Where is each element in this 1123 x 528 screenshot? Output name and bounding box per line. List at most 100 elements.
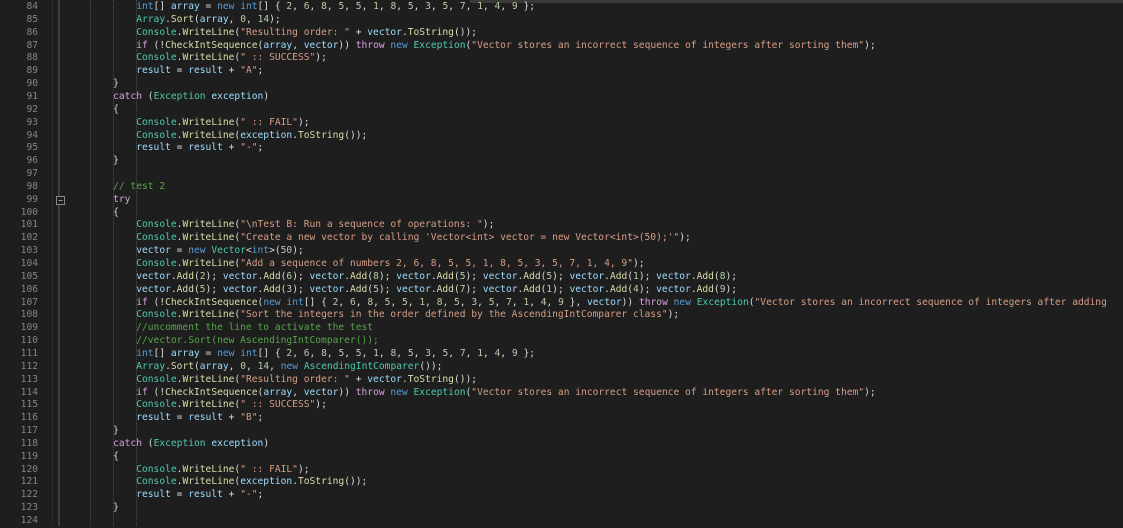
code-text: result = result + "-"; [136, 142, 264, 154]
code-line[interactable]: 105 vector.Add(2); vector.Add(6); vector… [0, 271, 1123, 284]
line-number: 106 [20, 283, 38, 295]
code-text: int[] array = new int[] { 2, 6, 8, 5, 5,… [136, 347, 535, 359]
code-line[interactable]: 85 Array.Sort(array, 0, 14); [0, 14, 1123, 27]
line-number: 120 [20, 463, 38, 475]
code-text: // test 2 [113, 180, 166, 192]
code-line[interactable]: 111 int[] array = new int[] { 2, 6, 8, 5… [0, 348, 1123, 361]
code-text: } [90, 502, 119, 514]
line-number: 97 [26, 168, 38, 180]
code-line[interactable]: 114 if (!CheckIntSequence(array, vector)… [0, 387, 1123, 400]
code-line[interactable]: 102 Console.WriteLine("Create a new vect… [0, 232, 1123, 245]
line-number: 88 [26, 52, 38, 64]
line-number: 87 [26, 39, 38, 51]
code-line[interactable]: 112 Array.Sort(array, 0, 14, new Ascendi… [0, 361, 1123, 374]
line-number: 91 [26, 90, 38, 102]
code-line[interactable]: 93 Console.WriteLine(" :: FAIL"); [0, 117, 1123, 130]
line-number: 89 [26, 65, 38, 77]
code-line[interactable]: 87 if (!CheckIntSequence(array, vector))… [0, 40, 1123, 53]
line-number: 103 [20, 245, 38, 257]
code-line[interactable]: 98 // test 2 [0, 181, 1123, 194]
line-number: 114 [20, 386, 38, 398]
line-number: 117 [20, 425, 38, 437]
line-number: 85 [26, 13, 38, 25]
code-line[interactable]: 107 if (!CheckIntSequence(new int[] { 2,… [0, 297, 1123, 310]
line-number: 86 [26, 26, 38, 38]
line-number: 118 [20, 437, 38, 449]
code-text: result = result + "A"; [136, 65, 264, 77]
code-line[interactable]: 116 result = result + "B"; [0, 412, 1123, 425]
code-text: { [90, 103, 119, 115]
code-line[interactable]: 95 result = result + "-"; [0, 142, 1123, 155]
code-text: Array.Sort(array, 0, 14, new AscendingIn… [136, 360, 443, 372]
code-line[interactable]: 91 catch (Exception exception) [0, 91, 1123, 104]
code-text: Console.WriteLine(exception.ToString()); [136, 129, 368, 141]
code-line[interactable]: 94 Console.WriteLine(exception.ToString(… [0, 130, 1123, 143]
code-text: if (!CheckIntSequence(array, vector)) th… [136, 39, 876, 51]
code-text: { [90, 206, 119, 218]
code-line[interactable]: 104 Console.WriteLine("Add a sequence of… [0, 258, 1123, 271]
code-line[interactable]: 100 { [0, 207, 1123, 220]
line-number: 121 [20, 476, 38, 488]
code-text: try [113, 193, 131, 205]
code-line[interactable]: 123 } [0, 502, 1123, 515]
code-text: Console.WriteLine(" :: SUCCESS"); [136, 399, 327, 411]
code-line[interactable]: 96 } [0, 155, 1123, 168]
code-line[interactable]: 84 int[] array = new int[] { 2, 6, 8, 5,… [0, 1, 1123, 14]
code-text: result = result + "-"; [136, 489, 264, 501]
line-number: 105 [20, 270, 38, 282]
code-line[interactable]: 110 //vector.Sort(new AscendingIntCompar… [0, 335, 1123, 348]
code-text: vector = new Vector<int>(50); [136, 245, 304, 257]
code-line[interactable]: 117 } [0, 425, 1123, 438]
line-number: 90 [26, 78, 38, 90]
code-line[interactable]: 121 Console.WriteLine(exception.ToString… [0, 476, 1123, 489]
code-text: } [90, 78, 119, 90]
code-text: Console.WriteLine("Resulting order: " + … [136, 373, 478, 385]
line-number: 110 [20, 335, 38, 347]
code-line[interactable]: 99 − try [0, 194, 1123, 207]
fold-toggle-icon[interactable]: − [56, 195, 65, 205]
code-text: catch (Exception exception) [113, 90, 270, 102]
code-text: Console.WriteLine("Sort the integers in … [136, 309, 680, 321]
code-text: Console.WriteLine(" :: FAIL"); [136, 116, 310, 128]
code-text: vector.Add(5); vector.Add(3); vector.Add… [136, 283, 738, 295]
line-number: 109 [20, 322, 38, 334]
code-text: //uncomment the line to activate the tes… [136, 322, 374, 334]
code-line[interactable]: 113 Console.WriteLine("Resulting order: … [0, 374, 1123, 387]
code-line[interactable]: 109 //uncomment the line to activate the… [0, 322, 1123, 335]
code-text: Console.WriteLine("\nTest B: Run a seque… [136, 219, 495, 231]
code-text: vector.Add(2); vector.Add(6); vector.Add… [136, 270, 738, 282]
code-line[interactable]: 108 Console.WriteLine("Sort the integers… [0, 309, 1123, 322]
line-number: 108 [20, 309, 38, 321]
code-text: } [90, 425, 119, 437]
line-number: 104 [20, 258, 38, 269]
code-text: //vector.Sort(new AscendingIntComparer()… [136, 335, 379, 347]
line-number: 98 [26, 180, 38, 192]
code-line[interactable]: 106 vector.Add(5); vector.Add(3); vector… [0, 284, 1123, 297]
code-line[interactable]: 86 Console.WriteLine("Resulting order: "… [0, 27, 1123, 40]
code-line[interactable]: 89 result = result + "A"; [0, 65, 1123, 78]
code-line[interactable]: 88 Console.WriteLine(" :: SUCCESS"); [0, 52, 1123, 65]
line-number: 111 [20, 347, 38, 359]
code-line[interactable]: 101 Console.WriteLine("\nTest B: Run a s… [0, 219, 1123, 232]
code-line[interactable]: 92 { [0, 104, 1123, 117]
code-line[interactable]: 115 Console.WriteLine(" :: SUCCESS"); [0, 399, 1123, 412]
code-line[interactable]: 103 vector = new Vector<int>(50); [0, 245, 1123, 258]
code-line[interactable]: 118 catch (Exception exception) [0, 438, 1123, 451]
code-text: Console.WriteLine("Add a sequence of num… [136, 258, 645, 269]
code-text: { [90, 450, 119, 462]
code-line[interactable]: 120 Console.WriteLine(" :: FAIL"); [0, 464, 1123, 477]
code-line[interactable]: 119 { [0, 451, 1123, 464]
code-editor[interactable]: 84 int[] array = new int[] { 2, 6, 8, 5,… [0, 0, 1123, 526]
code-text: Console.WriteLine("Resulting order: " + … [136, 26, 478, 38]
line-number: 102 [20, 232, 38, 244]
code-line[interactable]: 90 } [0, 78, 1123, 91]
line-number: 113 [20, 373, 38, 385]
line-number: 119 [20, 450, 38, 462]
code-line[interactable]: 97 [0, 168, 1123, 181]
code-text: if (!CheckIntSequence(new int[] { 2, 6, … [136, 296, 1107, 308]
code-line[interactable]: 122 result = result + "-"; [0, 489, 1123, 502]
code-text: Console.WriteLine(" :: SUCCESS"); [136, 52, 327, 64]
line-number: 92 [26, 103, 38, 115]
line-number: 93 [26, 116, 38, 128]
line-number: 116 [20, 412, 38, 424]
